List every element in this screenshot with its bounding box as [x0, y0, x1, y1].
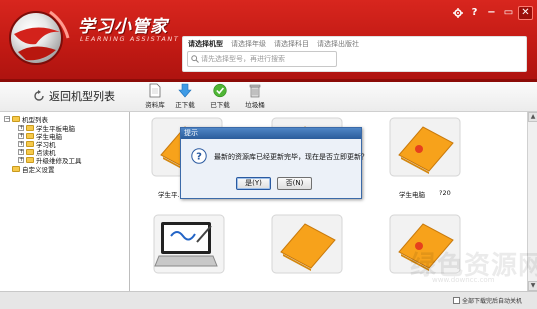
checkmark-icon — [213, 83, 227, 98]
update-prompt-dialog: 提示 ? 最新的资源库已经更新完毕，现在是否立即更新？ 是(Y) 否(N) — [180, 127, 368, 199]
toolbar-downloading-label: 正下载 — [175, 101, 195, 109]
product-label: 学生电脑 — [399, 191, 425, 199]
trash-icon — [249, 84, 261, 98]
window-controls: ? − ▭ ✕ — [450, 6, 533, 20]
toolbar-library-button[interactable]: 资料库 — [138, 83, 172, 111]
folder-icon — [12, 166, 20, 172]
filter-subject-tab[interactable]: 请选择科目 — [273, 38, 310, 50]
logo-ball-icon — [9, 10, 70, 65]
help-button[interactable]: ? — [467, 6, 482, 20]
status-bar: 全部下载完后自动关机 — [0, 291, 537, 309]
app-subtitle: LEARNING ASSISTANT — [80, 35, 180, 43]
toolbar-trash-button[interactable]: 垃圾桶 — [238, 83, 272, 111]
dialog-message: 最新的资源库已经更新完毕，现在是否立即更新？ — [214, 153, 368, 161]
tree-item-custom-settings[interactable]: 自定义设置 — [4, 164, 55, 174]
product-extra-label: ?20 — [439, 189, 451, 197]
maximize-button[interactable]: ▭ — [501, 6, 516, 20]
back-to-model-list-button[interactable]: 返回机型列表 — [33, 88, 115, 104]
dialog-title: 提示 — [181, 128, 361, 139]
product-card[interactable] — [271, 214, 343, 274]
auto-shutdown-option[interactable]: 全部下载完后自动关机 — [453, 296, 522, 305]
expand-icon[interactable]: + — [18, 157, 24, 163]
toolbar-downloaded-button[interactable]: 已下载 — [203, 83, 237, 111]
toolbar-downloaded-label: 已下载 — [210, 101, 230, 109]
search-panel: 请选择机型 请选择年级 请选择科目 请选择出版社 — [182, 36, 527, 72]
refresh-back-icon — [34, 90, 44, 101]
gear-icon[interactable] — [450, 6, 465, 20]
orange-laptop-icon — [389, 117, 461, 177]
filter-grade-tab[interactable]: 请选择年级 — [230, 38, 267, 50]
search-box — [187, 51, 337, 67]
yes-button[interactable]: 是(Y) — [236, 177, 271, 190]
download-arrow-icon — [178, 83, 192, 98]
auto-shutdown-label: 全部下载完后自动关机 — [462, 298, 523, 305]
toolbar: 返回机型列表 资料库 正下载 已下载 垃圾桶 — [0, 82, 537, 112]
watermark-url: www.downcc.com — [432, 276, 495, 284]
close-button[interactable]: ✕ — [518, 6, 533, 20]
filter-publisher-tab[interactable]: 请选择出版社 — [316, 38, 360, 50]
toolbar-library-label: 资料库 — [145, 101, 165, 109]
orange-laptop-icon — [271, 214, 343, 274]
no-button[interactable]: 否(N) — [277, 177, 312, 190]
back-label: 返回机型列表 — [49, 90, 115, 103]
search-filter-tabs: 请选择机型 请选择年级 请选择科目 请选择出版社 — [187, 38, 360, 50]
svg-text:?: ? — [196, 152, 202, 163]
model-tree: − 机型列表 + 学生平板电脑 + 学生电脑 + 学习机 + 点读机 + 升级维… — [0, 112, 130, 291]
document-icon — [149, 83, 161, 98]
tree-item-label: 自定义设置 — [22, 166, 55, 174]
app-header: 学习小管家 LEARNING ASSISTANT ? − ▭ ✕ 请选择机型 请… — [0, 0, 537, 82]
auto-shutdown-checkbox[interactable] — [453, 297, 460, 304]
toolbar-trash-label: 垃圾桶 — [245, 101, 265, 109]
tablet-pen-icon — [153, 214, 225, 274]
scroll-down-arrow-icon[interactable]: ▼ — [528, 281, 537, 291]
app-title: 学习小管家 — [78, 17, 168, 37]
minimize-button[interactable]: − — [484, 6, 499, 20]
question-icon: ? — [191, 148, 207, 164]
toolbar-downloading-button[interactable]: 正下载 — [168, 83, 202, 111]
folder-icon — [12, 116, 20, 122]
filter-model-tab[interactable]: 请选择机型 — [187, 38, 224, 50]
product-card[interactable] — [389, 117, 461, 177]
search-icon — [191, 55, 199, 63]
scroll-up-arrow-icon[interactable]: ▲ — [528, 112, 537, 122]
search-input[interactable] — [201, 55, 331, 63]
collapse-icon[interactable]: − — [4, 116, 10, 122]
product-card[interactable] — [153, 214, 225, 274]
folder-icon — [26, 157, 34, 163]
